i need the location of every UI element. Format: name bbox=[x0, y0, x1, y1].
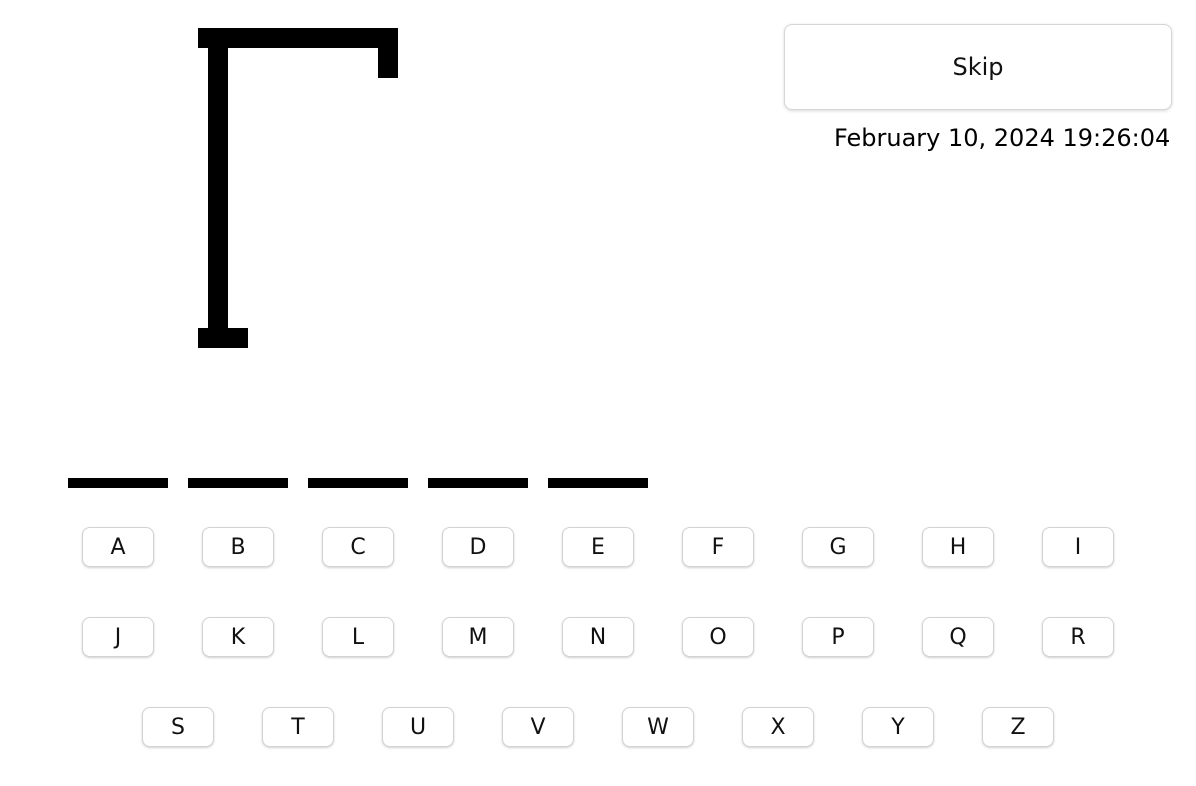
key-j[interactable]: J bbox=[82, 617, 154, 657]
key-t[interactable]: T bbox=[262, 707, 334, 747]
key-s[interactable]: S bbox=[142, 707, 214, 747]
key-k[interactable]: K bbox=[202, 617, 274, 657]
gallows-rope bbox=[378, 28, 398, 78]
letter-blank bbox=[308, 478, 408, 488]
key-o[interactable]: O bbox=[682, 617, 754, 657]
skip-button[interactable]: Skip bbox=[784, 24, 1172, 110]
key-q[interactable]: Q bbox=[922, 617, 994, 657]
key-m[interactable]: M bbox=[442, 617, 514, 657]
key-g[interactable]: G bbox=[802, 527, 874, 567]
key-v[interactable]: V bbox=[502, 707, 574, 747]
letter-blank bbox=[548, 478, 648, 488]
key-x[interactable]: X bbox=[742, 707, 814, 747]
key-r[interactable]: R bbox=[1042, 617, 1114, 657]
key-i[interactable]: I bbox=[1042, 527, 1114, 567]
gallows-beam bbox=[198, 28, 398, 48]
gallows-post bbox=[208, 28, 228, 348]
key-c[interactable]: C bbox=[322, 527, 394, 567]
key-a[interactable]: A bbox=[82, 527, 154, 567]
datetime-display: February 10, 2024 19:26:04 bbox=[834, 124, 1171, 152]
key-z[interactable]: Z bbox=[982, 707, 1054, 747]
gallows-base bbox=[198, 328, 248, 348]
key-l[interactable]: L bbox=[322, 617, 394, 657]
letter-blank bbox=[68, 478, 168, 488]
key-w[interactable]: W bbox=[622, 707, 694, 747]
key-e[interactable]: E bbox=[562, 527, 634, 567]
key-p[interactable]: P bbox=[802, 617, 874, 657]
key-f[interactable]: F bbox=[682, 527, 754, 567]
key-d[interactable]: D bbox=[442, 527, 514, 567]
key-h[interactable]: H bbox=[922, 527, 994, 567]
letter-blank bbox=[428, 478, 528, 488]
key-y[interactable]: Y bbox=[862, 707, 934, 747]
gallows-drawing bbox=[0, 0, 420, 360]
key-n[interactable]: N bbox=[562, 617, 634, 657]
letter-blank bbox=[188, 478, 288, 488]
key-u[interactable]: U bbox=[382, 707, 454, 747]
key-b[interactable]: B bbox=[202, 527, 274, 567]
